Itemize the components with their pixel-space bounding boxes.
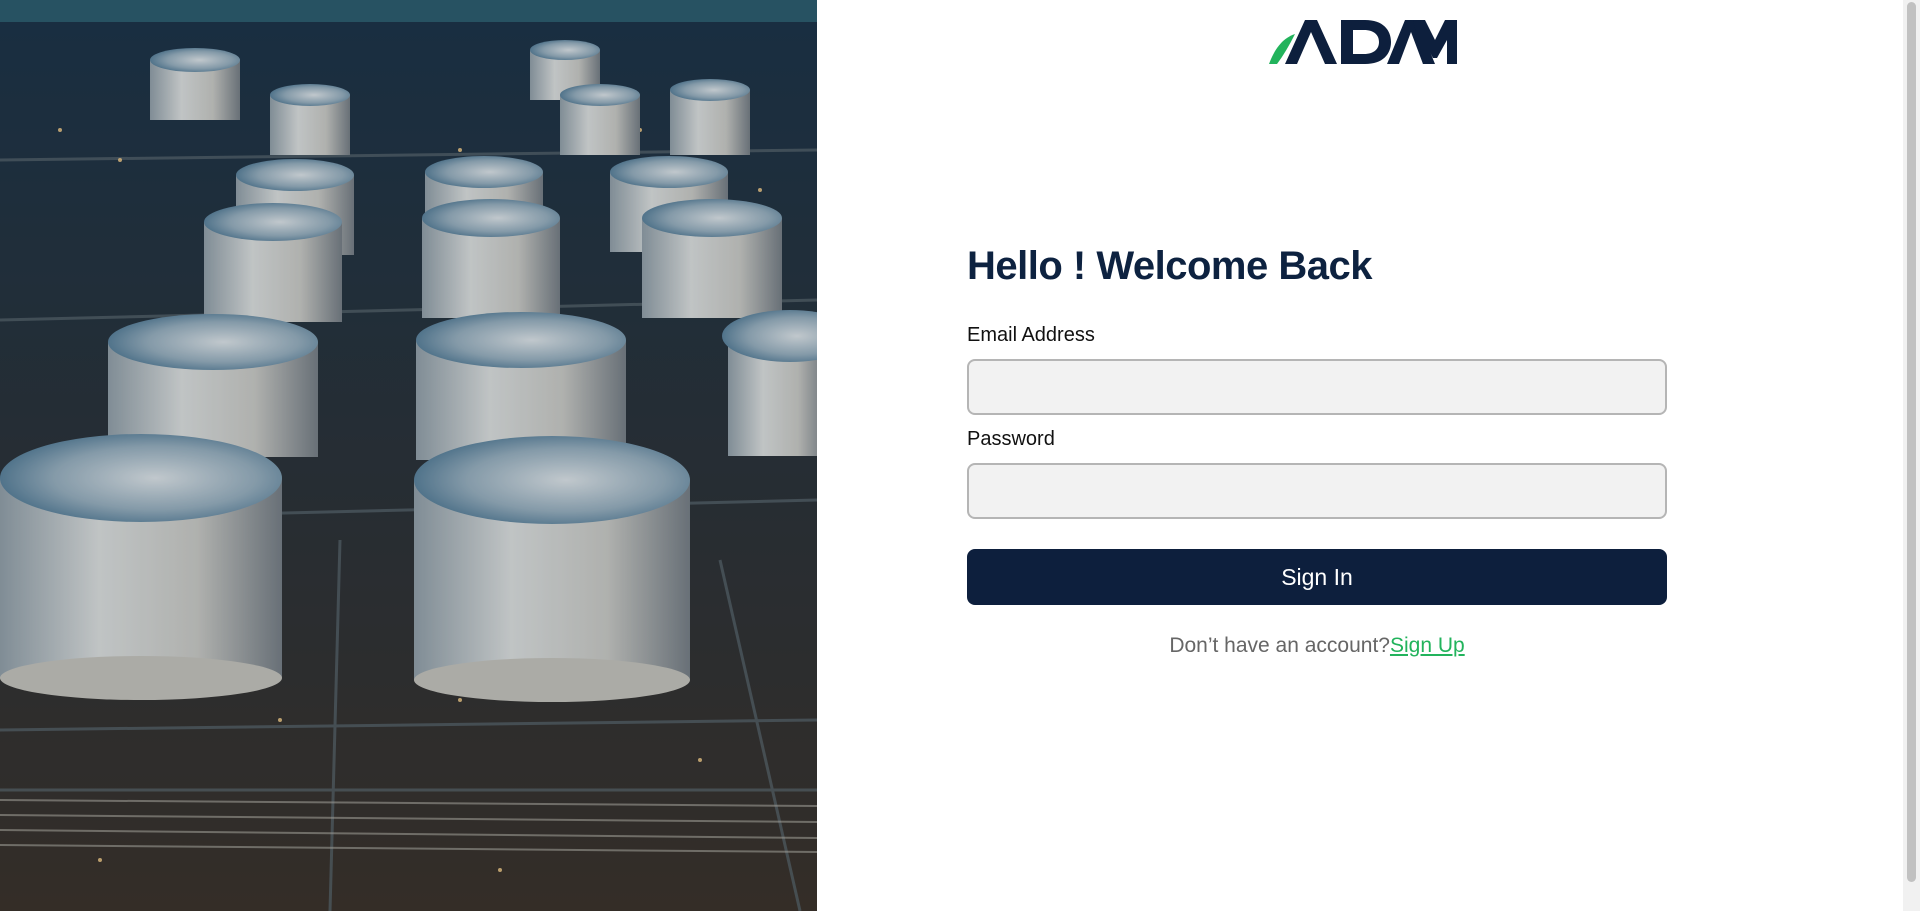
scrollbar-thumb[interactable] <box>1907 2 1916 882</box>
email-field[interactable] <box>967 359 1667 415</box>
adam-logo <box>1267 18 1457 73</box>
signup-prompt: Don’t have an account?Sign Up <box>967 634 1667 658</box>
logo-mark <box>1269 20 1457 64</box>
vertical-scrollbar[interactable] <box>1903 0 1920 911</box>
storage-tanks-illustration <box>0 0 817 911</box>
sign-up-link[interactable]: Sign Up <box>1390 634 1465 657</box>
login-page: Hello ! Welcome Back Email Address Passw… <box>0 0 1920 911</box>
email-label: Email Address <box>967 324 1095 346</box>
hero-image <box>0 0 817 911</box>
welcome-title: Hello ! Welcome Back <box>967 244 1372 288</box>
password-field[interactable] <box>967 463 1667 519</box>
login-panel: Hello ! Welcome Back Email Address Passw… <box>817 0 1903 911</box>
password-label: Password <box>967 428 1055 450</box>
sign-in-button[interactable]: Sign In <box>967 549 1667 605</box>
no-account-text: Don’t have an account? <box>1169 634 1390 657</box>
